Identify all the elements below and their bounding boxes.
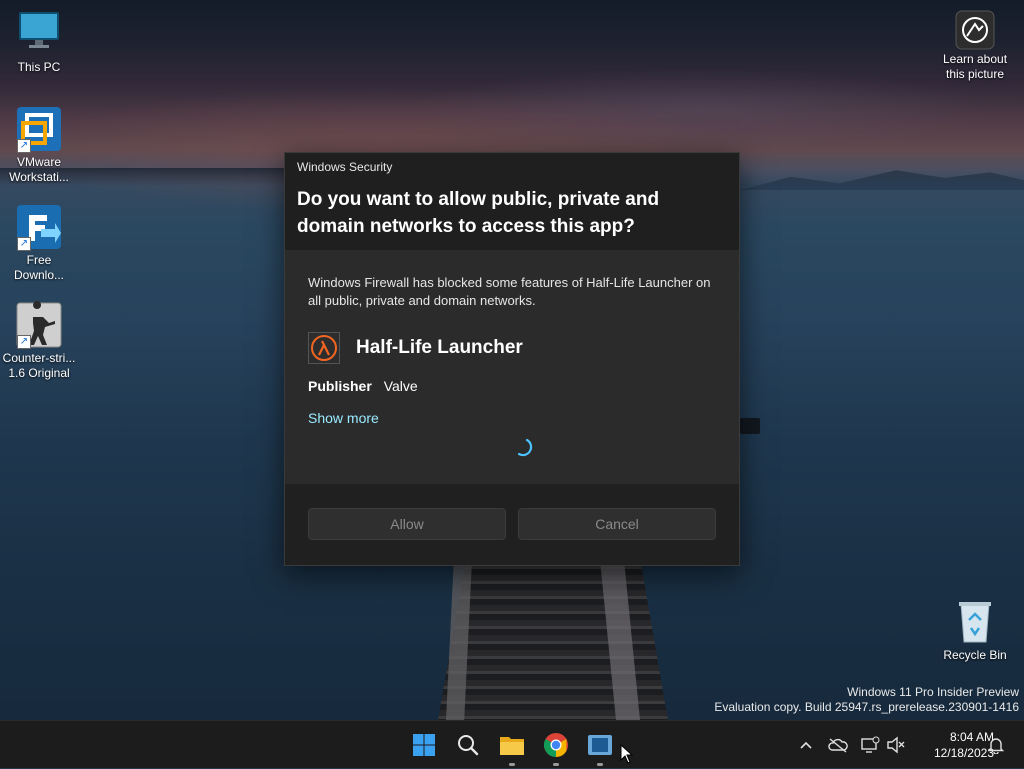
notification-bell-icon[interactable]: [986, 735, 1006, 755]
chevron-up-icon[interactable]: [796, 735, 816, 755]
desktop-icon-vmware[interactable]: ↗ VMware Workstati...: [1, 105, 77, 185]
file-explorer-icon[interactable]: [496, 729, 528, 766]
evaluation-watermark: Windows 11 Pro Insider Preview Evaluatio…: [714, 685, 1019, 715]
recycle-bin-icon: [951, 598, 999, 646]
taskbar: 8:04 AM 12/18/2023: [0, 720, 1024, 768]
half-life-icon: [308, 332, 340, 364]
shortcut-arrow-icon: ↗: [17, 139, 31, 153]
app-info-row: Half-Life Launcher: [308, 332, 716, 364]
shortcut-arrow-icon: ↗: [17, 335, 31, 349]
desktop-icon-label: This PC: [17, 60, 61, 74]
loading-spinner-icon: [513, 437, 533, 462]
clock-time: 8:04 AM: [949, 730, 994, 744]
dialog-footer: Allow Cancel: [285, 484, 739, 565]
dialog-app-title: Windows Security: [297, 160, 393, 174]
desktop-icon-label: Recycle Bin: [943, 648, 1007, 662]
counter-strike-icon: ↗: [15, 301, 63, 349]
desktop-icon-label: VMware Workstati...: [9, 155, 69, 184]
volume-muted-icon[interactable]: [886, 735, 906, 755]
clock-date: 12/18/2023: [933, 746, 994, 760]
chrome-icon[interactable]: [540, 729, 572, 766]
running-indicator: [509, 763, 515, 766]
start-icon[interactable]: [408, 729, 440, 761]
dialog-header: Windows Security Do you want to allow pu…: [285, 153, 739, 250]
dialog-body: Windows Firewall has blocked some featur…: [285, 250, 739, 428]
dialog-description: Windows Firewall has blocked some featur…: [308, 275, 711, 308]
cancel-button[interactable]: Cancel: [518, 508, 716, 540]
desktop-icon-label: Learn about this picture: [942, 52, 1008, 81]
dialog-question: Do you want to allow public, private and…: [297, 189, 660, 237]
camera-icon: [955, 10, 995, 50]
app-name: Half-Life Launcher: [356, 337, 523, 358]
desktop-icon-recycle-bin[interactable]: Recycle Bin: [937, 598, 1013, 663]
vmware-icon: ↗: [15, 105, 63, 153]
desktop-icon-free-download-manager[interactable]: ↗ Free Downlo...: [1, 203, 77, 283]
mouse-cursor-icon: [620, 743, 634, 769]
network-icon[interactable]: [860, 735, 880, 755]
download-manager-icon: ↗: [15, 203, 63, 251]
desktop-icon-label: Counter-stri... 1.6 Original: [2, 351, 76, 380]
watermark-line: Evaluation copy. Build 25947.rs_prerelea…: [714, 700, 1019, 714]
allow-button[interactable]: Allow: [308, 508, 506, 540]
show-more-link[interactable]: Show more: [308, 410, 379, 426]
publisher-value: Valve: [383, 378, 418, 394]
running-indicator: [597, 763, 603, 766]
shortcut-arrow-icon: ↗: [17, 237, 31, 251]
windows-security-icon[interactable]: [584, 729, 616, 766]
system-clock[interactable]: 8:04 AM 12/18/2023: [910, 729, 994, 761]
firewall-dialog: Windows Security Do you want to allow pu…: [284, 152, 740, 566]
search-icon[interactable]: [452, 729, 484, 761]
desktop-icon-label: Free Downlo...: [13, 253, 65, 282]
onedrive-icon[interactable]: [828, 735, 848, 755]
desktop-icon-this-pc[interactable]: This PC: [1, 10, 77, 75]
running-indicator: [553, 763, 559, 766]
desktop-icon-learn-about-picture[interactable]: Learn about this picture: [937, 10, 1013, 82]
publisher-row: Publisher Valve: [308, 378, 716, 394]
watermark-line: Windows 11 Pro Insider Preview: [847, 685, 1019, 699]
publisher-label: Publisher: [308, 378, 372, 394]
desktop-icon-counter-strike[interactable]: ↗ Counter-stri... 1.6 Original: [1, 301, 77, 381]
monitor-icon: [15, 10, 63, 58]
